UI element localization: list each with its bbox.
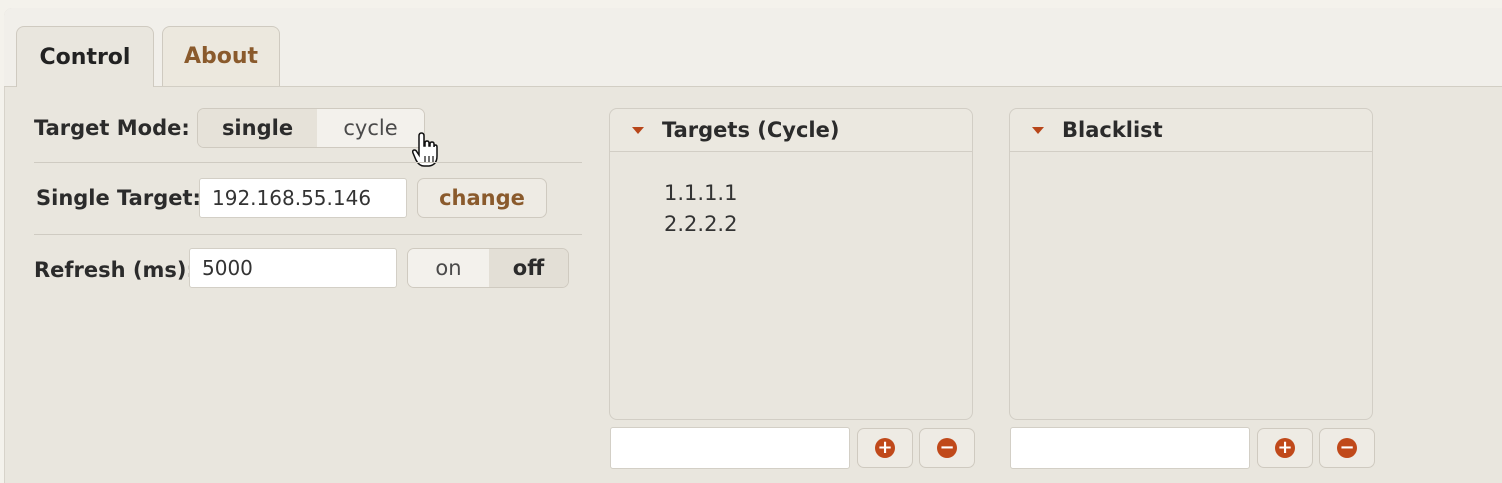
single-target-input[interactable] bbox=[199, 178, 407, 218]
collapse-triangle-icon bbox=[632, 126, 644, 134]
targets-panel-title: Targets (Cycle) bbox=[662, 118, 840, 142]
minus-circle-icon: − bbox=[1337, 438, 1357, 458]
blacklist-panel: Blacklist bbox=[1009, 108, 1373, 420]
tab-about[interactable]: About bbox=[162, 26, 280, 86]
list-item[interactable]: 1.1.1.1 bbox=[664, 178, 972, 209]
target-mode-cycle-button[interactable]: cycle bbox=[317, 109, 424, 147]
single-target-label: Single Target: bbox=[36, 186, 201, 210]
refresh-off-button[interactable]: off bbox=[489, 249, 568, 287]
tab-control[interactable]: Control bbox=[16, 26, 154, 87]
targets-panel: Targets (Cycle) 1.1.1.1 2.2.2.2 bbox=[609, 108, 973, 420]
targets-panel-header[interactable]: Targets (Cycle) bbox=[610, 109, 972, 152]
target-mode-single-button[interactable]: single bbox=[198, 109, 317, 147]
refresh-label: Refresh (ms): bbox=[34, 258, 195, 282]
refresh-on-button[interactable]: on bbox=[408, 249, 489, 287]
refresh-input[interactable] bbox=[189, 248, 397, 288]
targets-add-input[interactable] bbox=[610, 427, 850, 469]
blacklist-add-button[interactable]: + bbox=[1257, 428, 1313, 468]
target-mode-label: Target Mode: bbox=[34, 116, 190, 140]
tab-bar: Control About bbox=[4, 8, 1502, 87]
targets-list: 1.1.1.1 2.2.2.2 bbox=[610, 152, 972, 240]
targets-add-button[interactable]: + bbox=[857, 428, 913, 468]
blacklist-panel-title: Blacklist bbox=[1062, 118, 1163, 142]
plus-circle-icon: + bbox=[1275, 438, 1295, 458]
minus-circle-icon: − bbox=[937, 438, 957, 458]
list-item[interactable]: 2.2.2.2 bbox=[664, 209, 972, 240]
targets-remove-button[interactable]: − bbox=[919, 428, 975, 468]
plus-circle-icon: + bbox=[875, 438, 895, 458]
separator bbox=[34, 162, 582, 163]
refresh-toggle: on off bbox=[407, 248, 569, 288]
collapse-triangle-icon bbox=[1032, 126, 1044, 134]
blacklist-panel-header[interactable]: Blacklist bbox=[1010, 109, 1372, 152]
blacklist-remove-button[interactable]: − bbox=[1319, 428, 1375, 468]
target-mode-toggle: single cycle bbox=[197, 108, 425, 148]
blacklist-list bbox=[1010, 152, 1372, 178]
change-button[interactable]: change bbox=[417, 178, 547, 218]
separator bbox=[34, 234, 582, 235]
blacklist-add-input[interactable] bbox=[1010, 427, 1250, 469]
